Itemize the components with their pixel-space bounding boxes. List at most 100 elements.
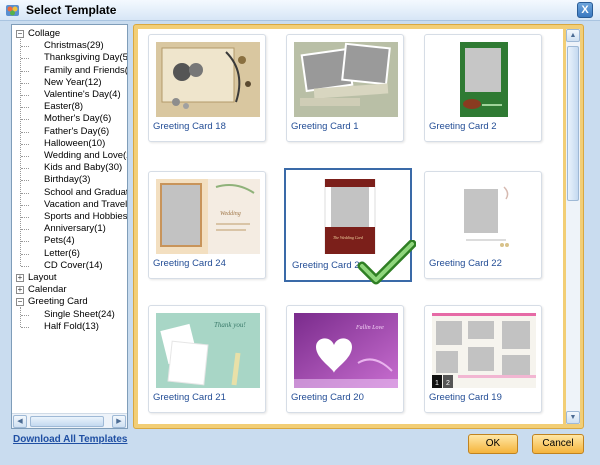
template-card[interactable]: Wedding Greeting Card 24 <box>148 171 266 279</box>
tree-item[interactable]: Kids and Baby(30) <box>44 162 122 174</box>
tree-item[interactable]: Mother's Day(6) <box>44 113 111 125</box>
tree-item[interactable]: Wedding and Love(26) <box>44 150 127 162</box>
tree-item[interactable]: Single Sheet(24) <box>44 309 115 321</box>
tree-category[interactable]: Collage <box>28 28 60 40</box>
ok-button[interactable]: OK <box>468 434 518 454</box>
template-gallery: Greeting Card 18 Greeting Card 1 Greetin… <box>138 29 563 424</box>
template-label: Greeting Card 20 <box>291 392 364 403</box>
tree-category[interactable]: Greeting Card <box>28 296 88 308</box>
close-button[interactable]: X <box>577 2 593 18</box>
thumb-text: Thank you! <box>214 321 246 329</box>
tree-item[interactable]: Family and Friends(31) <box>44 65 127 77</box>
scroll-up-button[interactable]: ▲ <box>566 29 580 42</box>
template-thumbnail <box>432 42 536 117</box>
template-thumbnail: Wedding <box>156 179 260 254</box>
template-card[interactable]: 1 2 Greeting Card 19 <box>424 305 542 413</box>
tree-item[interactable]: Half Fold(13) <box>44 321 99 333</box>
gallery-vertical-scrollbar[interactable]: ▲ ▼ <box>566 29 580 424</box>
template-thumbnail: Thank you! <box>156 313 260 388</box>
tree-item[interactable]: Sports and Hobbies(11) <box>44 211 127 223</box>
tree-item[interactable]: Thanksgiving Day(5) <box>44 52 127 64</box>
template-card[interactable]: Greeting Card 18 <box>148 34 266 142</box>
template-card[interactable]: Fallin Love Greeting Card 20 <box>286 305 404 413</box>
template-label: Greeting Card 24 <box>153 258 226 269</box>
template-card[interactable]: Greeting Card 1 <box>286 34 404 142</box>
tree-connector <box>21 119 29 121</box>
tree-expander-icon[interactable]: + <box>16 286 24 295</box>
tree-expander-icon[interactable]: − <box>16 30 24 38</box>
tree-item[interactable]: CD Cover(14) <box>44 260 103 272</box>
tree-connector <box>21 70 29 72</box>
tree-connector <box>21 58 29 60</box>
title-bar: Select Template X <box>0 0 600 21</box>
download-all-templates-link[interactable]: Download All Templates <box>13 434 127 445</box>
tree-connector <box>21 95 29 96</box>
thumb-text: Fallin Love <box>355 325 384 331</box>
app-icon <box>6 5 19 16</box>
tree-connector <box>21 46 29 48</box>
tree-item[interactable]: Christmas(29) <box>44 40 104 52</box>
template-card[interactable]: Greeting Card 2 <box>424 34 542 142</box>
template-label: Greeting Card 2 <box>429 121 497 132</box>
template-label: Greeting Card 23 <box>292 260 365 271</box>
template-label: Greeting Card 22 <box>429 258 502 269</box>
template-label: Greeting Card 21 <box>153 392 226 403</box>
tree-connector <box>21 229 29 231</box>
tree-connector <box>20 39 21 266</box>
scroll-right-button[interactable]: ▶ <box>112 415 126 428</box>
tree-connector <box>20 307 21 327</box>
tree-item[interactable]: Pets(4) <box>44 235 75 247</box>
tree-item[interactable]: Halloween(10) <box>44 138 105 150</box>
template-thumbnail: Fallin Love <box>294 313 398 388</box>
template-label: Greeting Card 18 <box>153 121 226 132</box>
tree-connector <box>21 241 29 243</box>
tree-connector <box>21 192 29 194</box>
checkmark-icon <box>357 240 416 285</box>
tree-connector <box>21 217 29 218</box>
tree-connector <box>21 168 29 170</box>
tree-connector <box>21 180 29 182</box>
scroll-down-button[interactable]: ▼ <box>566 411 580 424</box>
template-thumbnail <box>294 42 398 117</box>
close-icon: X <box>581 4 589 16</box>
template-thumbnail <box>432 179 536 254</box>
template-gallery-frame: Greeting Card 18 Greeting Card 1 Greetin… <box>133 24 584 429</box>
category-tree: − Collage Christmas(29) Thanksgiving Day(5)… <box>12 25 127 413</box>
tree-connector <box>21 265 29 267</box>
page-number: 2 <box>446 380 450 387</box>
tree-category[interactable]: Layout <box>28 272 57 284</box>
tree-item[interactable]: New Year(12) <box>44 77 102 89</box>
category-tree-panel: − Collage Christmas(29) Thanksgiving Day(5)… <box>11 24 128 429</box>
tree-connector <box>21 204 29 206</box>
thumb-text: Wedding <box>220 211 241 217</box>
tree-item[interactable]: Anniversary(1) <box>44 223 106 235</box>
tree-horizontal-scrollbar[interactable]: ◀ ▶ <box>12 413 127 428</box>
cancel-button[interactable]: Cancel <box>532 434 584 454</box>
tree-expander-icon[interactable]: − <box>16 298 24 307</box>
scroll-thumb[interactable] <box>30 416 104 427</box>
tree-connector <box>21 82 29 84</box>
tree-item[interactable]: School and Graduation <box>44 187 127 199</box>
template-card[interactable]: Greeting Card 22 <box>424 171 542 279</box>
tree-connector <box>21 314 29 316</box>
page-number: 1 <box>435 380 439 387</box>
tree-connector <box>21 131 29 133</box>
tree-item[interactable]: Father's Day(6) <box>44 126 109 138</box>
tree-item[interactable]: Vacation and Travel(8) <box>44 199 127 211</box>
tree-connector <box>21 253 29 255</box>
scroll-thumb[interactable] <box>567 46 579 201</box>
tree-category[interactable]: Calendar <box>28 284 67 296</box>
tree-item[interactable]: Easter(8) <box>44 101 83 113</box>
tree-item[interactable]: Letter(6) <box>44 248 80 260</box>
tree-connector <box>21 143 29 145</box>
tree-expander-icon[interactable]: + <box>16 274 24 282</box>
template-label: Greeting Card 19 <box>429 392 502 403</box>
window-title: Select Template <box>26 3 117 17</box>
scroll-left-button[interactable]: ◀ <box>13 415 27 428</box>
template-thumbnail: 1 2 <box>432 313 536 388</box>
tree-item[interactable]: Valentine's Day(4) <box>44 89 121 101</box>
template-card[interactable]: Thank you! Greeting Card 21 <box>148 305 266 413</box>
tree-item[interactable]: Birthday(3) <box>44 174 90 186</box>
template-thumbnail <box>156 42 260 117</box>
tree-connector <box>21 326 29 328</box>
